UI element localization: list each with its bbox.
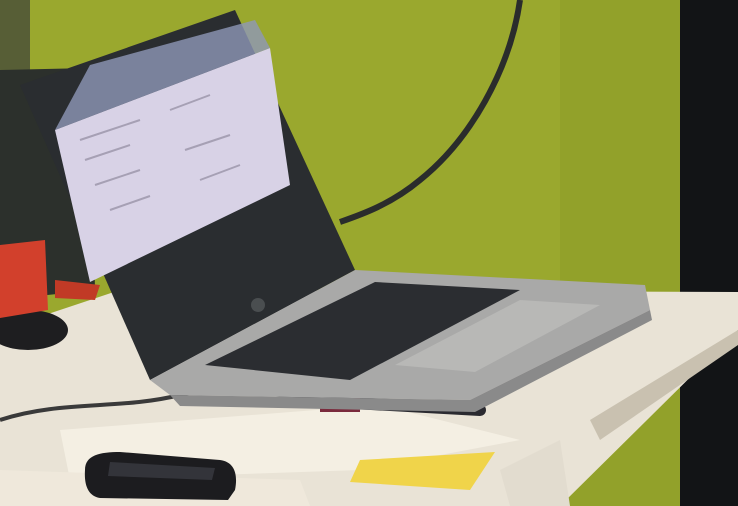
photo-scene [0, 0, 738, 506]
laptop-logo [251, 298, 265, 312]
scene-svg [0, 0, 738, 506]
dark-curtain [680, 0, 738, 506]
red-object [0, 240, 48, 318]
